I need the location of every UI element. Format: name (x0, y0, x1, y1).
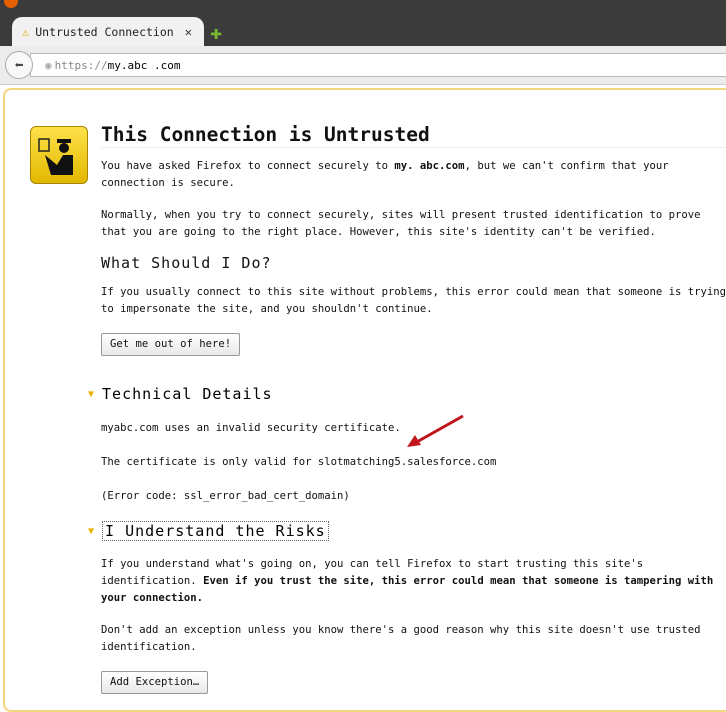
url-bar[interactable]: ◉ https:// my.abc .com (30, 53, 726, 77)
risks-heading: I Understand the Risks (102, 521, 329, 541)
understand-risks-toggle[interactable]: ▼ I Understand the Risks (88, 521, 329, 541)
intro-host: my. abc.com (394, 160, 465, 172)
red-arrow-annotation-icon (407, 414, 464, 447)
close-tab-icon[interactable]: ✕ (185, 25, 192, 39)
title-bar: ⚠ Untrusted Connection ✕ ✚ (0, 0, 726, 47)
error-page: This Connection is Untrusted You have as… (101, 125, 726, 356)
tab-untrusted-connection[interactable]: ⚠ Untrusted Connection ✕ (12, 17, 204, 47)
globe-icon: ◉ (45, 58, 52, 72)
firefox-logo-icon (4, 0, 18, 8)
tech-line-2: The certificate is only valid for slotma… (101, 456, 497, 468)
url-host: my.abc .com (107, 58, 181, 72)
risks-text-2: Don't add an exception unless you know t… (101, 624, 701, 653)
tech-line-3: (Error code: ssl_error_bad_cert_domain) (101, 490, 350, 502)
add-exception-button[interactable]: Add Exception… (101, 671, 209, 694)
risks-text: If you understand what's going on, you c… (101, 556, 721, 607)
expand-triangle-icon: ▼ (88, 388, 95, 400)
back-button[interactable]: ⬅ (5, 51, 33, 79)
back-arrow-icon: ⬅ (14, 56, 24, 74)
nav-bar: ◉ https:// my.abc .com ⬅ (0, 46, 726, 85)
officer-certificate-icon (30, 126, 88, 184)
tab-title: Untrusted Connection (35, 25, 174, 39)
what-text: If you usually connect to this site with… (101, 286, 726, 315)
new-tab-button[interactable]: ✚ (210, 22, 222, 42)
tech-heading: Technical Details (102, 385, 273, 403)
intro-text-a: You have asked Firefox to connect secure… (101, 160, 395, 172)
intro-text-2: Normally, when you try to connect secure… (101, 209, 701, 238)
risks-section: If you understand what's going on, you c… (101, 556, 721, 694)
expand-triangle-icon: ▼ (88, 525, 95, 537)
warning-icon: ⚠ (22, 25, 30, 39)
technical-details-toggle[interactable]: ▼ Technical Details (88, 385, 273, 403)
get-me-out-button[interactable]: Get me out of here! (101, 333, 241, 356)
intro-text: You have asked Firefox to connect secure… (101, 158, 726, 192)
url-scheme: https:// (54, 58, 108, 72)
what-heading: What Should I Do? (101, 254, 272, 272)
page-title: This Connection is Untrusted (101, 125, 726, 148)
